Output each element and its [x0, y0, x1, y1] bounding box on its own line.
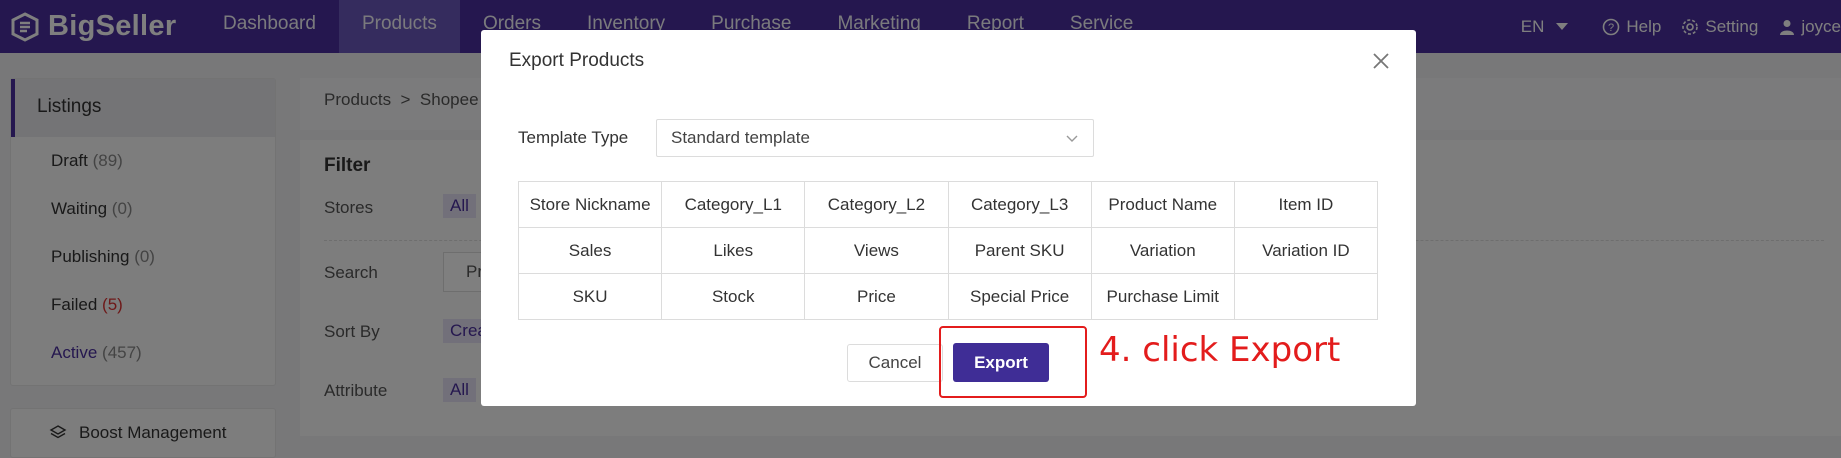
table-cell: Category_L3 [947, 181, 1092, 228]
table-cell: Item ID [1233, 181, 1379, 228]
table-cell: Variation ID [1233, 227, 1379, 274]
table-cell: Category_L1 [661, 181, 806, 228]
dialog-title: Export Products [509, 50, 645, 71]
table-cell: Parent SKU [947, 227, 1092, 274]
table-cell: Store Nickname [517, 181, 663, 228]
chevron-down-icon [1066, 135, 1078, 142]
table-cell: Price [804, 273, 949, 320]
template-type-value: Standard template [671, 128, 810, 147]
table-cell: Likes [661, 227, 806, 274]
cancel-button[interactable]: Cancel [847, 344, 943, 382]
table-cell [1233, 273, 1379, 320]
template-type-label: Template Type [518, 128, 629, 147]
table-cell: Stock [661, 273, 806, 320]
table-cell: Views [804, 227, 949, 274]
table-cell: Sales [517, 227, 663, 274]
table-cell: Purchase Limit [1090, 273, 1235, 320]
annotation-highlight-box [939, 326, 1087, 398]
template-type-select[interactable]: Standard template [656, 119, 1094, 157]
table-row: Sales Likes Views Parent SKU Variation V… [517, 227, 1379, 274]
table-cell: Category_L2 [804, 181, 949, 228]
export-fields-table: Store Nickname Category_L1 Category_L2 C… [517, 181, 1379, 320]
table-cell: Product Name [1090, 181, 1235, 228]
table-cell: Special Price [947, 273, 1092, 320]
close-icon[interactable] [1370, 50, 1392, 72]
table-cell: Variation [1090, 227, 1235, 274]
table-row: SKU Stock Price Special Price Purchase L… [517, 273, 1379, 320]
annotation-text: 4. click Export [1099, 330, 1341, 370]
table-row: Store Nickname Category_L1 Category_L2 C… [517, 181, 1379, 228]
table-cell: SKU [517, 273, 663, 320]
